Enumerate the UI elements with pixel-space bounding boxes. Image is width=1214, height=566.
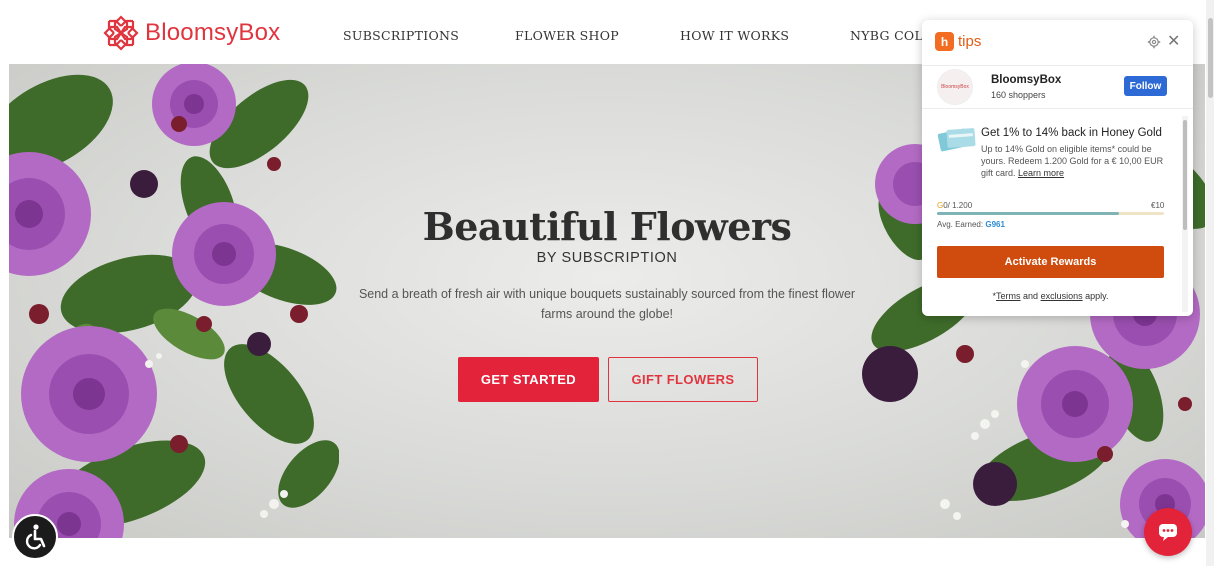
gift-flowers-button[interactable]: GIFT FLOWERS bbox=[608, 357, 758, 402]
chat-icon bbox=[1159, 524, 1177, 541]
page-scrollbar-thumb[interactable] bbox=[1208, 18, 1213, 98]
honey-title: tips bbox=[958, 33, 982, 50]
chat-button[interactable] bbox=[1144, 508, 1192, 556]
honey-popup: h tips ✕ BloomsyBox BloomsyBox 160 shopp… bbox=[922, 20, 1193, 316]
nav-how-it-works[interactable]: HOW IT WORKS bbox=[680, 28, 789, 43]
progress-label-end: €10 bbox=[1151, 201, 1165, 210]
terms-and: and bbox=[1020, 291, 1041, 301]
avg-earned: Avg. Earned: G961 bbox=[937, 220, 1005, 229]
nav-nybg-collection[interactable]: NYBG COLL bbox=[850, 28, 932, 43]
store-name: BloomsyBox bbox=[991, 74, 1062, 86]
honey-header: h tips ✕ bbox=[922, 20, 1193, 66]
avg-earned-value: G961 bbox=[985, 220, 1005, 229]
nav-subscriptions[interactable]: SUBSCRIPTIONS bbox=[343, 28, 459, 43]
follow-button[interactable]: Follow bbox=[1124, 76, 1167, 96]
nav-flower-shop[interactable]: FLOWER SHOP bbox=[515, 28, 619, 43]
exclusions-link[interactable]: exclusions bbox=[1041, 291, 1083, 301]
brand-logo[interactable]: BloomsyBox bbox=[103, 14, 280, 52]
learn-more-link[interactable]: Learn more bbox=[1018, 168, 1064, 178]
gold-description-text: Up to 14% Gold on eligible items* could … bbox=[981, 144, 1164, 178]
brand-name: BloomsyBox bbox=[145, 19, 281, 46]
logo-flower-icon bbox=[103, 15, 139, 51]
honey-scrollbar-thumb[interactable] bbox=[1183, 120, 1187, 230]
get-started-button[interactable]: GET STARTED bbox=[458, 357, 599, 402]
gear-icon[interactable] bbox=[1147, 35, 1161, 49]
gold-progress-bar bbox=[937, 212, 1164, 215]
honey-logo-icon: h bbox=[935, 32, 954, 51]
progress-start-value: 0/ 1.200 bbox=[943, 201, 973, 210]
terms-link[interactable]: Terms bbox=[996, 291, 1021, 301]
store-shoppers-count: 160 shoppers bbox=[991, 90, 1046, 100]
terms-note: *Terms and exclusions apply. bbox=[922, 291, 1179, 301]
gold-title: Get 1% to 14% back in Honey Gold bbox=[981, 127, 1162, 139]
progress-label-start: G0/ 1.200 bbox=[937, 201, 972, 210]
hero-description: Send a breath of fresh air with unique b… bbox=[358, 287, 856, 321]
terms-suffix: apply. bbox=[1082, 291, 1109, 301]
hero-flowers-left-image bbox=[9, 64, 339, 538]
accessibility-icon bbox=[25, 524, 46, 550]
activate-rewards-button[interactable]: Activate Rewards bbox=[937, 246, 1164, 278]
gold-description: Up to 14% Gold on eligible items* could … bbox=[981, 143, 1167, 179]
gold-progress-fill bbox=[937, 212, 1119, 215]
avg-earned-label: Avg. Earned: bbox=[937, 220, 984, 229]
accessibility-button[interactable] bbox=[12, 514, 58, 560]
gift-card-icon bbox=[937, 128, 976, 152]
close-icon[interactable]: ✕ bbox=[1167, 32, 1180, 50]
store-row: BloomsyBox BloomsyBox 160 shoppers Follo… bbox=[922, 67, 1193, 109]
store-avatar: BloomsyBox bbox=[937, 69, 973, 105]
page: BloomsyBox SUBSCRIPTIONS FLOWER SHOP HOW… bbox=[0, 0, 1214, 566]
